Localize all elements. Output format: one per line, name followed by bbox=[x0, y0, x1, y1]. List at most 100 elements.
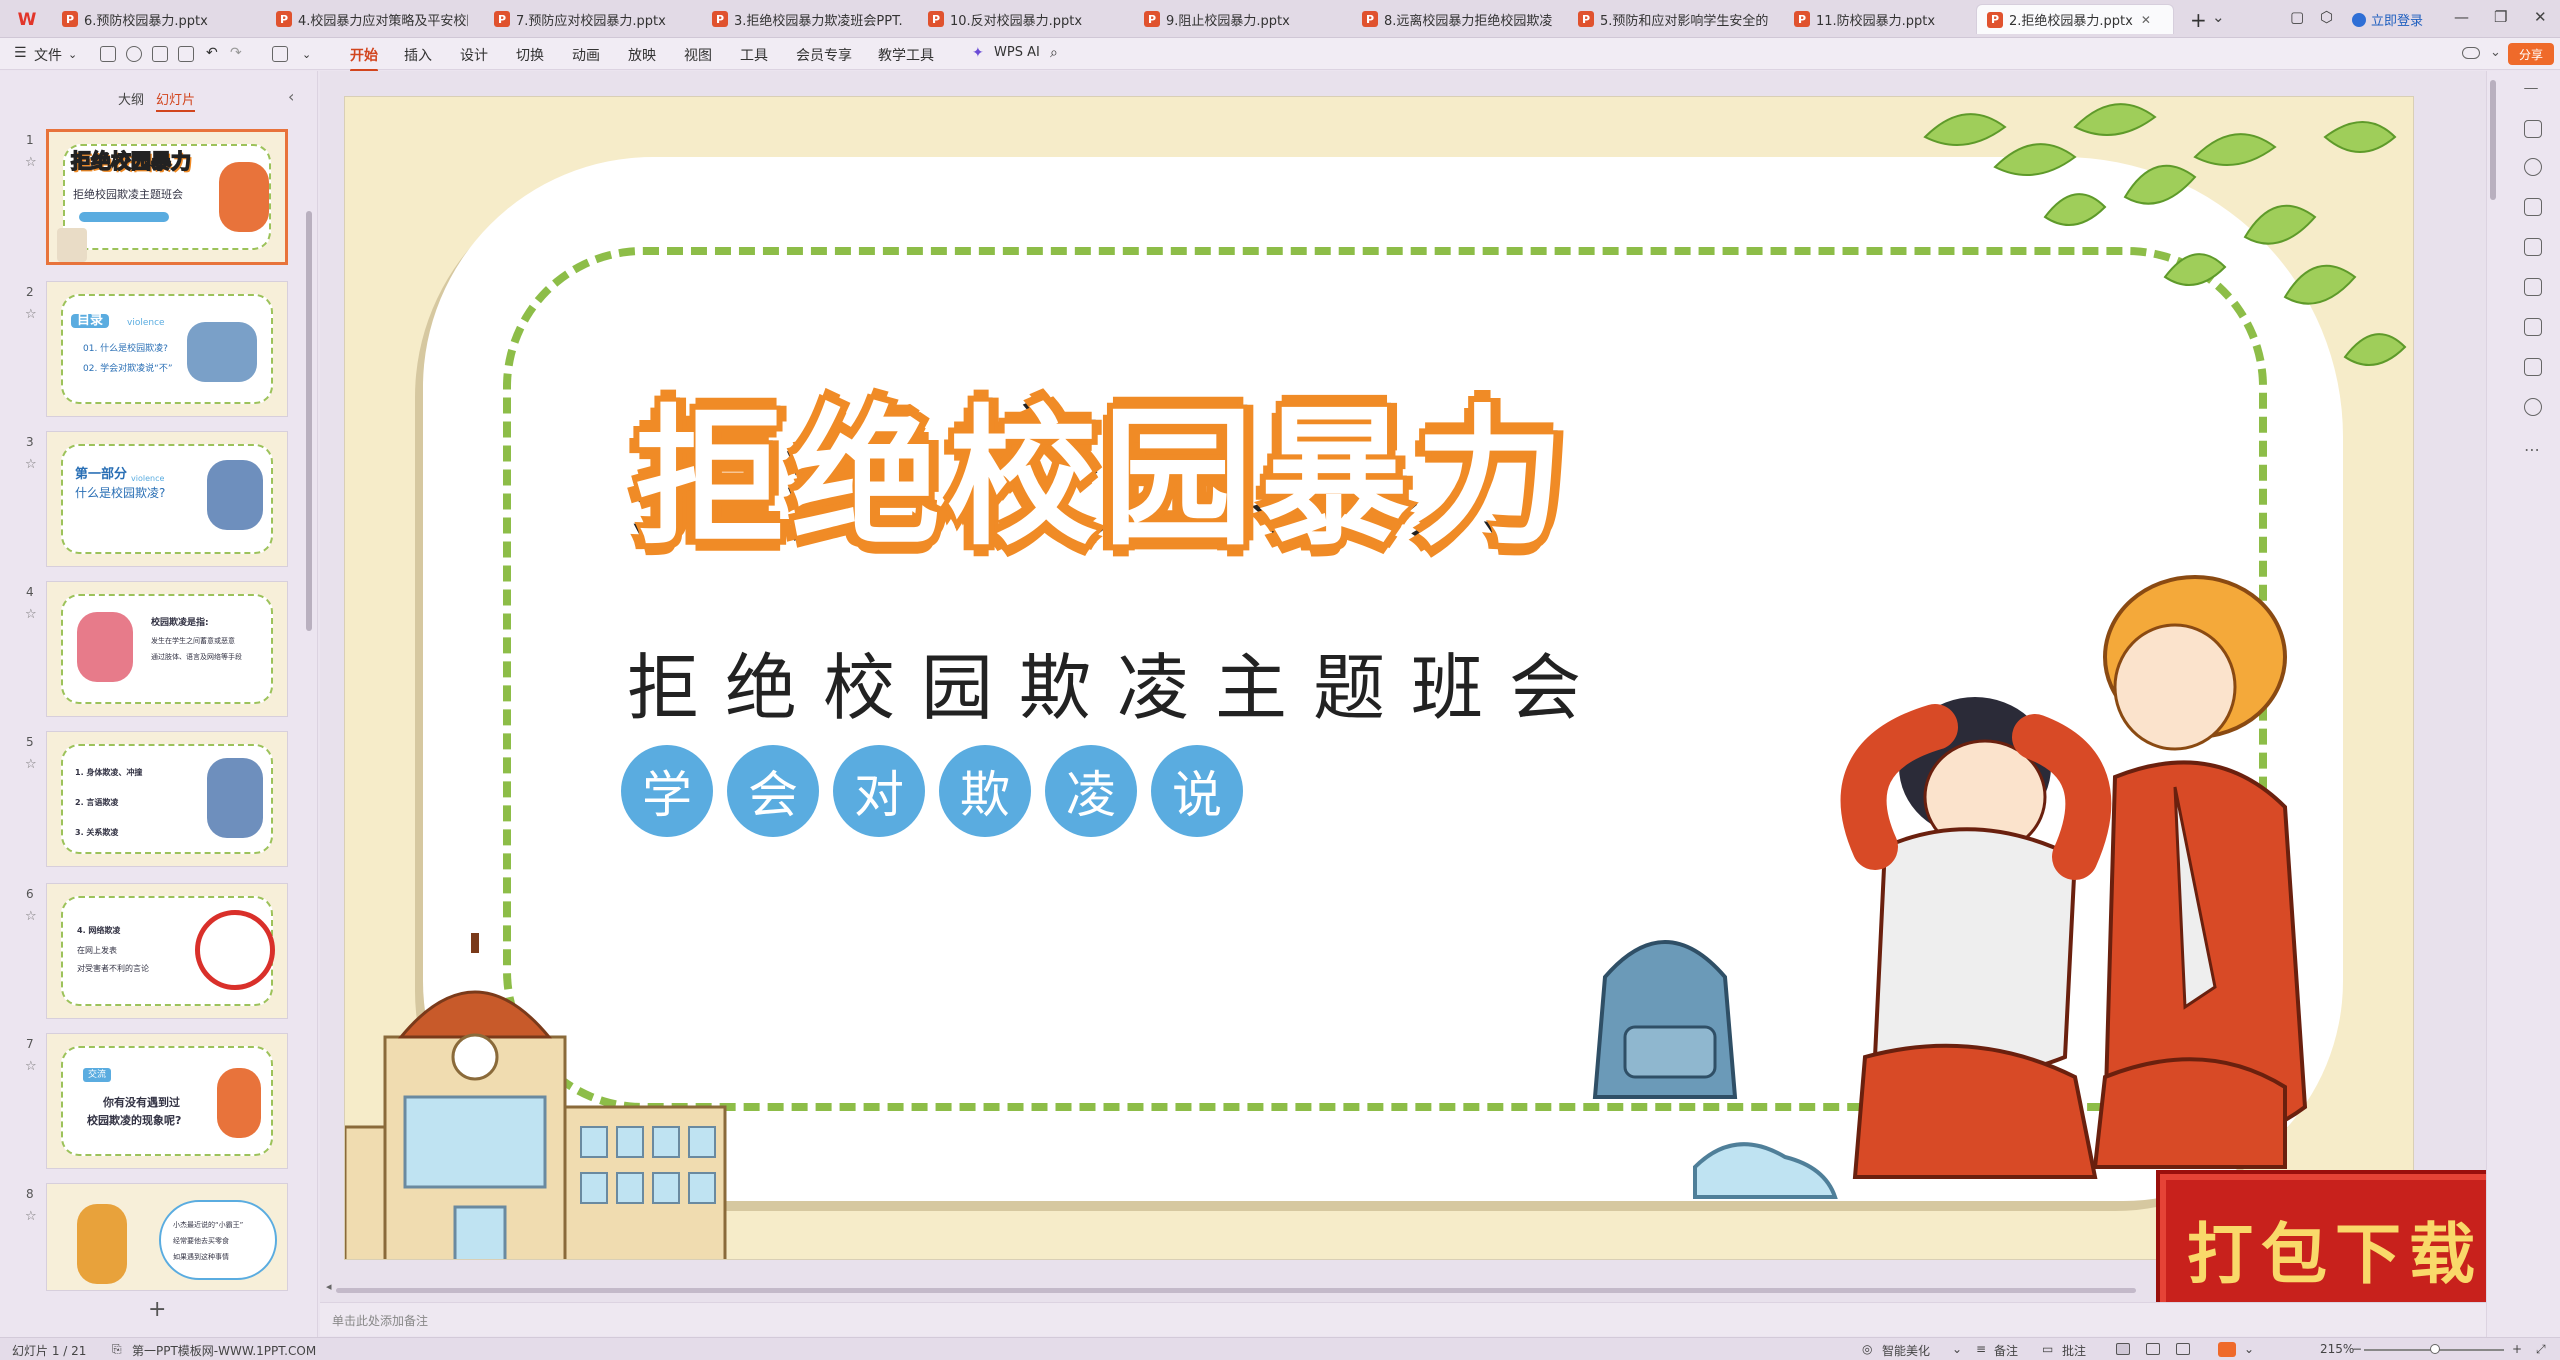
notes-button[interactable]: 备注 bbox=[1994, 1342, 2018, 1359]
zoom-slider-handle[interactable] bbox=[2430, 1344, 2440, 1354]
slide-thumbnail[interactable]: 4 ☆ 校园欺凌是指: 发生在学生之间蓄意或恶意 通过肢体、语言及网络等手段 bbox=[0, 581, 300, 723]
toolbox-icon[interactable] bbox=[2524, 120, 2542, 138]
notes-icon[interactable]: ≡ bbox=[1976, 1342, 1986, 1356]
smart-chevron-icon[interactable]: ⌄ bbox=[1952, 1342, 1962, 1356]
normal-view-icon[interactable] bbox=[2116, 1343, 2130, 1355]
slogan-circle[interactable]: 凌 bbox=[1045, 745, 1137, 837]
login-button[interactable]: 立即登录 bbox=[2352, 10, 2423, 29]
star-icon[interactable]: ☆ bbox=[25, 457, 37, 472]
smart-beautify-icon[interactable]: ◎ bbox=[1862, 1342, 1872, 1356]
close-window-button[interactable]: ✕ bbox=[2534, 8, 2547, 26]
hamburger-menu-icon[interactable]: ☰ bbox=[14, 45, 27, 61]
menu-transitions[interactable]: 切换 bbox=[516, 45, 544, 65]
menu-member[interactable]: 会员专享 bbox=[796, 45, 852, 65]
scroll-left-icon[interactable]: ◂ bbox=[326, 1280, 332, 1293]
window-layout-icon[interactable]: ▢ bbox=[2290, 8, 2304, 26]
document-tab[interactable]: P 6.预防校园暴力.pptx bbox=[52, 4, 260, 34]
document-tab[interactable]: P 8.远离校园暴力拒绝校园欺凌主 bbox=[1352, 4, 1562, 34]
shirt-icon[interactable] bbox=[2524, 358, 2542, 376]
thumbnail-scrollbar[interactable] bbox=[306, 211, 312, 631]
copy-icon[interactable] bbox=[2524, 198, 2542, 216]
zoom-level[interactable]: 215% bbox=[2320, 1342, 2354, 1356]
slogan-circle[interactable]: 对 bbox=[833, 745, 925, 837]
slide-thumbnail[interactable]: 5 ☆ 1. 身体欺凌、冲撞 2. 言语欺凌 3. 关系欺凌 bbox=[0, 731, 300, 873]
star-icon[interactable]: ☆ bbox=[25, 757, 37, 772]
slogan-circle[interactable]: 欺 bbox=[939, 745, 1031, 837]
star-icon[interactable]: ☆ bbox=[25, 1059, 37, 1074]
template-label[interactable]: 第一PPT模板网-WWW.1PPT.COM bbox=[132, 1342, 316, 1359]
slogan-circle[interactable]: 会 bbox=[727, 745, 819, 837]
help-icon[interactable] bbox=[2524, 398, 2542, 416]
export-icon[interactable] bbox=[126, 46, 142, 62]
wps-logo-icon[interactable]: W bbox=[10, 8, 44, 32]
smart-beautify-button[interactable]: 智能美化 bbox=[1882, 1342, 1930, 1359]
star-icon[interactable]: ☆ bbox=[25, 909, 37, 924]
star-icon[interactable] bbox=[2524, 158, 2542, 176]
document-tab[interactable]: P 7.预防应对校园暴力.pptx bbox=[484, 4, 696, 34]
chevron-left-icon[interactable]: ‹ bbox=[288, 87, 294, 106]
save-icon[interactable] bbox=[100, 46, 116, 62]
minimize-button[interactable]: — bbox=[2454, 8, 2469, 26]
restore-button[interactable]: ❐ bbox=[2494, 8, 2507, 26]
format-painter-icon[interactable] bbox=[272, 46, 288, 62]
comments-button[interactable]: 批注 bbox=[2062, 1342, 2086, 1359]
more-icon[interactable]: ⋯ bbox=[2524, 440, 2542, 459]
slogan-circle[interactable]: 学 bbox=[621, 745, 713, 837]
new-tab-button[interactable]: + bbox=[2190, 8, 2207, 32]
document-tab[interactable]: P 11.防校园暴力.pptx bbox=[1784, 4, 1984, 34]
image-icon[interactable] bbox=[2524, 238, 2542, 256]
slide-canvas[interactable]: 拒绝校园暴力 拒绝校园欺凌主题班会 学 会 对 欺 凌 说 bbox=[344, 96, 2414, 1260]
menu-slideshow[interactable]: 放映 bbox=[628, 45, 656, 65]
slide-thumbnail[interactable]: 8 ☆ 小杰最近说的“小霸王” 经常要他去买零食 如果遇到这种事情 bbox=[0, 1183, 300, 1293]
zoom-in-icon[interactable]: + bbox=[2512, 1342, 2522, 1356]
document-tab-active[interactable]: P 2.拒绝校园暴力.pptx ✕ bbox=[1976, 4, 2174, 34]
slide-thumbnail[interactable]: 3 ☆ 第一部分 violence 什么是校园欺凌? bbox=[0, 431, 300, 573]
search-icon[interactable]: ⌕ bbox=[1050, 45, 1058, 61]
cube-icon[interactable]: ⬡ bbox=[2320, 8, 2333, 26]
menu-view[interactable]: 视图 bbox=[684, 45, 712, 65]
add-slide-button[interactable]: + bbox=[148, 1297, 166, 1322]
undo-icon[interactable]: ↶ bbox=[206, 45, 218, 61]
reading-view-icon[interactable] bbox=[2176, 1343, 2190, 1355]
notes-pane[interactable]: 单击此处添加备注 bbox=[320, 1302, 2486, 1336]
cloud-icon[interactable] bbox=[2462, 47, 2480, 59]
slide-subtitle[interactable]: 拒绝校园欺凌主题班会 bbox=[627, 629, 1607, 734]
close-tab-icon[interactable]: ✕ bbox=[2141, 13, 2151, 27]
slide-thumbnail[interactable]: 1 ☆ 拒绝校园暴力 拒绝校园欺凌主题班会 bbox=[0, 129, 300, 271]
slide-thumbnail[interactable]: 2 ☆ 目录 violence 01. 什么是校园欺凌? 02. 学会对欺凌说“… bbox=[0, 281, 300, 423]
cloud-chevron-icon[interactable]: ⌄ bbox=[2490, 45, 2501, 60]
slide-title[interactable]: 拒绝校园暴力 bbox=[631, 357, 1571, 574]
minus-icon[interactable] bbox=[2524, 88, 2538, 90]
star-icon[interactable]: ☆ bbox=[25, 155, 37, 170]
menu-tools[interactable]: 工具 bbox=[740, 45, 768, 65]
tab-outline[interactable]: 大纲 bbox=[118, 89, 144, 108]
slide-thumbnail[interactable]: 6 ☆ 4. 网络欺凌 在网上发表 对受害者不利的言论 bbox=[0, 883, 300, 1025]
tab-list-chevron-icon[interactable]: ⌄ bbox=[2212, 8, 2225, 26]
menu-animation[interactable]: 动画 bbox=[572, 45, 600, 65]
star-icon[interactable]: ☆ bbox=[25, 1209, 37, 1224]
document-icon[interactable] bbox=[2524, 318, 2542, 336]
menu-home[interactable]: 开始 bbox=[350, 45, 378, 72]
redo-icon[interactable]: ↷ bbox=[230, 45, 242, 61]
slogan-circle[interactable]: 说 bbox=[1151, 745, 1243, 837]
star-icon[interactable]: ☆ bbox=[25, 307, 37, 322]
quick-access-chevron-icon[interactable]: ⌄ bbox=[302, 48, 311, 61]
share-button[interactable]: 分享 bbox=[2508, 43, 2554, 65]
menu-insert[interactable]: 插入 bbox=[404, 45, 432, 65]
magic-icon[interactable] bbox=[2524, 278, 2542, 296]
star-icon[interactable]: ☆ bbox=[25, 607, 37, 622]
fit-window-icon[interactable]: ⤢ bbox=[2536, 1342, 2546, 1357]
document-tab[interactable]: P 10.反对校园暴力.pptx bbox=[918, 4, 1128, 34]
document-tab[interactable]: P 9.阻止校园暴力.pptx bbox=[1134, 4, 1346, 34]
horizontal-scrollbar[interactable] bbox=[336, 1288, 2136, 1293]
play-slideshow-icon[interactable] bbox=[2218, 1342, 2236, 1357]
wps-ai-icon[interactable]: ✦ bbox=[972, 45, 984, 61]
slide-sorter-icon[interactable] bbox=[2146, 1343, 2160, 1355]
comment-icon[interactable]: ▭ bbox=[2042, 1342, 2053, 1356]
document-tab[interactable]: P 5.预防和应对影响学生安全的校 bbox=[1568, 4, 1778, 34]
file-menu-chevron-icon[interactable]: ⌄ bbox=[68, 48, 77, 61]
play-chevron-icon[interactable]: ⌄ bbox=[2244, 1342, 2254, 1356]
document-tab[interactable]: P 3.拒绝校园暴力欺凌班会PPT.pp bbox=[702, 4, 912, 34]
preview-icon[interactable] bbox=[178, 46, 194, 62]
menu-teaching-tools[interactable]: 教学工具 bbox=[878, 45, 934, 65]
